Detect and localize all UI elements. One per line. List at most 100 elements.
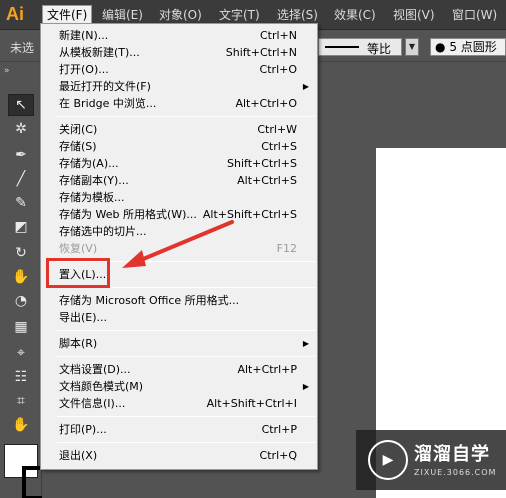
menu-item-shortcut: F12 — [276, 242, 297, 255]
collapse-icon[interactable]: » — [4, 66, 10, 76]
menu-item-save-as[interactable]: 存储为(A)... Shift+Ctrl+S — [41, 155, 317, 172]
menu-item-label: 存储为(A)... — [59, 157, 119, 170]
menu-item-file-info[interactable]: 文件信息(I)... Alt+Shift+Ctrl+I — [41, 395, 317, 412]
menu-item-label: 存储副本(Y)... — [59, 174, 129, 187]
shape-builder-tool-icon[interactable]: ◔ — [8, 290, 34, 312]
menu-type[interactable]: 文字(T) — [215, 5, 264, 25]
selection-status: 未选 — [10, 41, 35, 55]
menu-item-save-as-template[interactable]: 存储为模板... — [41, 189, 317, 206]
chevron-down-icon[interactable]: ▼ — [405, 38, 419, 56]
menu-item-label: 存储为 Microsoft Office 所用格式... — [59, 294, 240, 307]
stroke-preview-line — [325, 46, 359, 48]
brush-label: 5 点圆形 — [449, 40, 497, 54]
pen-tool-glyph: ✒ — [15, 147, 27, 163]
menu-item-shortcut: Alt+Ctrl+S — [237, 174, 297, 187]
menu-item-save-for-office[interactable]: 存储为 Microsoft Office 所用格式... — [41, 292, 317, 309]
stroke-profile-select[interactable]: 等比 — [318, 38, 402, 56]
menu-item-open[interactable]: 打开(O)... Ctrl+O — [41, 61, 317, 78]
highlight-box — [46, 258, 110, 288]
menu-view[interactable]: 视图(V) — [389, 5, 439, 25]
menu-item-new[interactable]: 新建(N)... Ctrl+N — [41, 27, 317, 44]
tools-panel: » ↖ ✲ ✒ ╱ ✎ ◩ ↻ ✋ ◔ ▦ ⌖ ☷ ⌗ ✋ — [0, 62, 56, 498]
submenu-arrow-icon: ▶ — [302, 339, 309, 348]
app-logo: Ai — [6, 4, 24, 24]
menu-item-shortcut: Alt+Shift+Ctrl+S — [202, 208, 297, 221]
file-menu-dropdown: 新建(N)... Ctrl+N 从模板新建(T)... Shift+Ctrl+N 打… — [40, 23, 318, 470]
eraser-tool-icon[interactable]: ◩ — [8, 216, 34, 238]
menu-item-browse-in-bridge[interactable]: 在 Bridge 中浏览... Alt+Ctrl+O — [41, 95, 317, 112]
menu-select[interactable]: 选择(S) — [273, 5, 322, 25]
menu-separator — [57, 442, 315, 443]
symbol-sprayer-tool-glyph: ☷ — [14, 369, 28, 385]
menu-item-shortcut: Alt+Ctrl+O — [235, 97, 297, 110]
paintbrush-tool-glyph: ✎ — [15, 195, 27, 211]
menu-item-label: 在 Bridge 中浏览... — [59, 97, 157, 110]
menu-separator — [57, 356, 315, 357]
watermark: ▶ 溜溜自学 ZIXUE.3066.COM — [356, 430, 506, 490]
perspective-grid-tool-glyph: ▦ — [14, 319, 28, 335]
menu-object[interactable]: 对象(O) — [155, 5, 206, 25]
submenu-arrow-icon: ▶ — [302, 382, 309, 391]
brush-icon: ● — [435, 40, 446, 54]
submenu-arrow-icon: ▶ — [302, 82, 309, 91]
pen-tool-icon[interactable]: ✒ — [8, 144, 34, 166]
menu-item-save-selected-slices[interactable]: 存储选中的切片... — [41, 223, 317, 240]
watermark-subtitle: ZIXUE.3066.COM — [414, 468, 497, 477]
watermark-title: 溜溜自学 — [414, 444, 490, 465]
stroke-profile-label: 等比 — [367, 42, 392, 56]
shape-builder-tool-glyph: ◔ — [14, 293, 28, 309]
menu-item-label: 文件信息(I)... — [59, 397, 126, 410]
menu-edit[interactable]: 编辑(E) — [98, 5, 147, 25]
menu-item-open-recent[interactable]: 最近打开的文件(F) ▶ — [41, 78, 317, 95]
menu-item-save[interactable]: 存储(S) Ctrl+S — [41, 138, 317, 155]
menu-item-shortcut: Alt+Shift+Ctrl+I — [206, 397, 297, 410]
menu-effect[interactable]: 效果(C) — [330, 5, 380, 25]
menu-item-label: 脚本(R) — [59, 337, 98, 350]
menu-item-shortcut: Ctrl+N — [259, 29, 297, 42]
menu-item-label: 最近打开的文件(F) — [59, 80, 151, 93]
line-segment-tool-glyph: ╱ — [16, 171, 26, 187]
selection-tool-icon[interactable]: ↖ — [8, 94, 34, 116]
menu-window[interactable]: 窗口(W) — [448, 5, 501, 25]
menu-file[interactable]: 文件(F) — [42, 5, 93, 25]
menu-item-label: 关闭(C) — [59, 123, 98, 136]
warp-tool-icon[interactable]: ✋ — [8, 266, 34, 288]
selection-tool-glyph: ↖ — [15, 97, 27, 113]
menu-item-shortcut: Ctrl+S — [261, 140, 297, 153]
rotate-tool-glyph: ↻ — [15, 245, 27, 261]
menu-item-document-color-mode[interactable]: 文档颜色模式(M) ▶ — [41, 378, 317, 395]
perspective-grid-tool-icon[interactable]: ▦ — [8, 316, 34, 338]
menu-item-shortcut: Ctrl+Q — [259, 449, 297, 462]
menu-item-label: 存储为 Web 所用格式(W)... — [59, 208, 197, 221]
menu-item-label: 打开(O)... — [59, 63, 109, 76]
menu-separator — [57, 330, 315, 331]
eyedropper-tool-glyph: ⌖ — [17, 345, 25, 361]
menu-item-close[interactable]: 关闭(C) Ctrl+W — [41, 121, 317, 138]
menu-item-save-for-web[interactable]: 存储为 Web 所用格式(W)... Alt+Shift+Ctrl+S — [41, 206, 317, 223]
menu-item-shortcut: Ctrl+O — [259, 63, 297, 76]
menu-item-label: 存储(S) — [59, 140, 97, 153]
menu-item-export[interactable]: 导出(E)... — [41, 309, 317, 326]
menu-separator — [57, 416, 315, 417]
menu-item-label: 打印(P)... — [59, 423, 107, 436]
menu-item-save-copy[interactable]: 存储副本(Y)... Alt+Ctrl+S — [41, 172, 317, 189]
menu-item-exit[interactable]: 退出(X) Ctrl+Q — [41, 447, 317, 464]
artboard-tool-icon[interactable]: ⌗ — [8, 390, 34, 412]
menu-item-print[interactable]: 打印(P)... Ctrl+P — [41, 421, 317, 438]
eraser-tool-glyph: ◩ — [14, 219, 28, 235]
line-segment-tool-icon[interactable]: ╱ — [8, 168, 34, 190]
magic-wand-tool-icon[interactable]: ✲ — [8, 118, 34, 140]
menu-item-document-setup[interactable]: 文档设置(D)... Alt+Ctrl+P — [41, 361, 317, 378]
menu-item-shortcut: Ctrl+W — [257, 123, 297, 136]
brush-definition-select[interactable]: ● 5 点圆形 — [430, 38, 506, 56]
symbol-sprayer-tool-icon[interactable]: ☷ — [8, 366, 34, 388]
hand-tool-icon[interactable]: ✋ — [8, 414, 34, 436]
menu-item-label: 新建(N)... — [59, 29, 109, 42]
rotate-tool-icon[interactable]: ↻ — [8, 242, 34, 264]
menu-item-scripts[interactable]: 脚本(R) ▶ — [41, 335, 317, 352]
menu-item-label: 退出(X) — [59, 449, 98, 462]
menu-item-new-from-template[interactable]: 从模板新建(T)... Shift+Ctrl+N — [41, 44, 317, 61]
eyedropper-tool-icon[interactable]: ⌖ — [8, 342, 34, 364]
menu-item-label: 存储为模板... — [59, 191, 125, 204]
paintbrush-tool-icon[interactable]: ✎ — [8, 192, 34, 214]
